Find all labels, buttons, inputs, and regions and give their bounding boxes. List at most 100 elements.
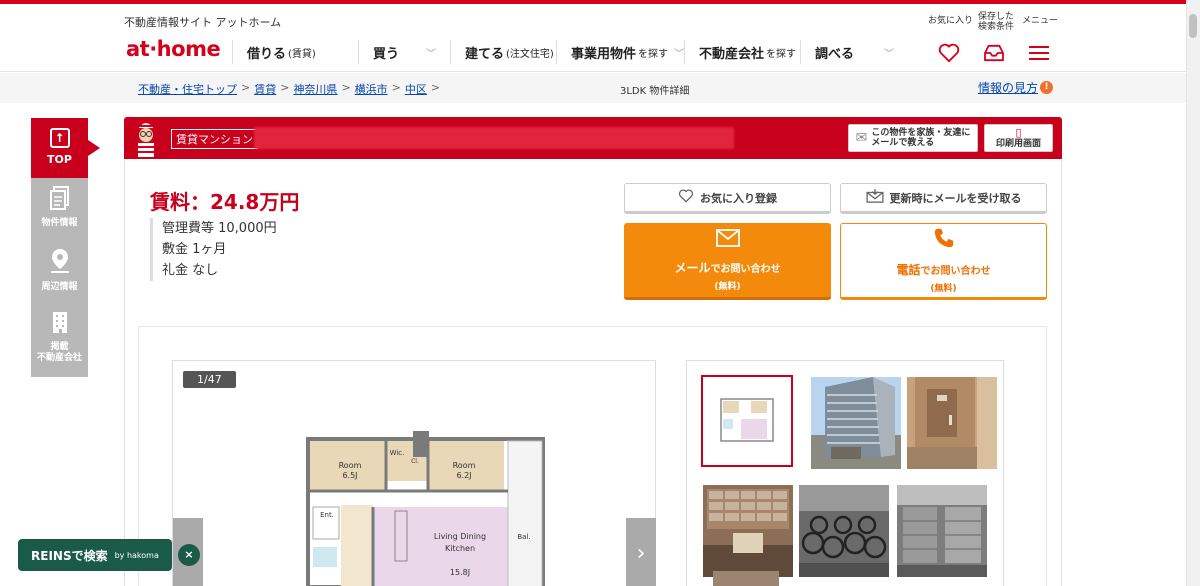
side-nav-top[interactable]: ↑ TOP	[31, 118, 100, 178]
cost-list: 管理費等 10,000円 敷金 1ヶ月 礼金 なし	[150, 218, 277, 281]
phone-inquiry-line1: 電話でお問い合わせ	[896, 261, 990, 278]
floorplan-entrance: Ent.	[320, 511, 334, 519]
share-email-label2: メールで教える	[871, 138, 935, 148]
reins-search-label: REINSで検索	[31, 548, 108, 563]
email-inquiry-strong: メール	[674, 260, 711, 275]
nav-rent[interactable]: 借りる (賃貸)	[232, 40, 358, 64]
mascot-logo	[132, 117, 160, 157]
breadcrumb: 不動産・住宅トップ > 賃貸 > 神奈川県 > 横浜市 > 中区 >	[138, 81, 440, 97]
nav-commercial[interactable]: 事業用物件 を探す ﹀	[556, 40, 684, 64]
side-nav-agency[interactable]: 掲載 不動産会社	[31, 302, 88, 364]
phone-inquiry-free: (無料)	[930, 284, 957, 294]
hamburger-icon[interactable]	[1026, 40, 1052, 66]
floorplan-image: Room 6.5J Room 6.2J Wic. Cl. Ent. Living…	[306, 431, 545, 586]
share-email-button[interactable]: ✉ この物件を家族・友達に メールで教える	[848, 124, 978, 152]
side-nav-property-info-label: 物件情報	[41, 218, 78, 228]
thumbnail-grid	[686, 360, 1004, 586]
breadcrumb-top[interactable]: 不動産・住宅トップ	[138, 81, 237, 97]
breadcrumb-separator: >	[241, 81, 251, 94]
listing-title-bar: 賃貸マンション ✉ この物件を家族・友達に メールで教える ▯ 印刷用画面	[124, 117, 1062, 159]
floorplan-cl: Cl.	[411, 458, 419, 465]
building-icon	[31, 310, 88, 340]
floorplan-room1-size: 6.5J	[342, 471, 357, 480]
thumbnail-mailboxes[interactable]	[703, 485, 793, 577]
breadcrumb-rent[interactable]: 賃貸	[254, 81, 276, 97]
breadcrumb-prefecture[interactable]: 神奈川県	[293, 81, 337, 97]
chevron-down-icon: ﹀	[884, 48, 894, 60]
saved-search-line1: 保存した	[978, 12, 1015, 22]
reins-search-button[interactable]: REINSで検索 by hakoma	[18, 539, 172, 571]
nav-rent-sub: (賃貸)	[288, 48, 316, 60]
side-nav-area-info[interactable]: 周辺情報	[31, 240, 88, 302]
print-view-label: 印刷用画面	[995, 138, 1041, 149]
nav-agencies[interactable]: 不動産会社 を探す	[684, 40, 800, 64]
email-inquiry-free: (無料)	[714, 281, 741, 292]
rent-price: 賃料：24.8万円	[150, 190, 300, 214]
nav-commercial-sub: を探す	[638, 48, 669, 60]
breadcrumb-ward[interactable]: 中区	[405, 81, 427, 97]
info-guide-link[interactable]: 情報の見方	[978, 79, 1038, 96]
breadcrumb-separator: >	[280, 81, 290, 94]
floorplan-ldk2: Kitchen	[445, 544, 475, 553]
main-photo-viewer[interactable]: 1/47 Room 6.5J Room 6.2J Wic. Cl. Ent. L…	[172, 360, 656, 586]
key-money: 礼金 なし	[162, 263, 219, 278]
email-inquiry-button[interactable]: メールでお問い合わせ (無料)	[624, 223, 831, 300]
map-pin-icon	[31, 248, 88, 280]
nav-research-label: 調べる	[815, 46, 855, 62]
phone-inquiry-button[interactable]: 電話でお問い合わせ (無料)	[840, 223, 1047, 300]
saved-search-line2: 検索条件	[978, 22, 1015, 32]
phone-inquiry-rest: でお問い合わせ	[920, 266, 991, 277]
thumbnail-building-exterior[interactable]	[811, 377, 901, 469]
floorplan-room2-size: 6.2J	[456, 471, 471, 480]
thumbnail-entrance-door[interactable]	[907, 377, 997, 469]
page-scrollbar[interactable]	[1186, 0, 1200, 586]
add-favorite-button[interactable]: お気に入り登録	[624, 183, 831, 214]
chevron-down-icon: ﹀	[426, 48, 436, 60]
chevron-right-icon: ›	[636, 540, 646, 566]
print-view-button[interactable]: ▯ 印刷用画面	[984, 124, 1053, 152]
thumbnail-bicycle-parking[interactable]	[799, 485, 889, 577]
mail-notify-icon	[865, 189, 884, 206]
pdf-icon: ▯	[1015, 125, 1022, 139]
side-nav-items: 物件情報 周辺情報 掲載 不動産会社	[31, 178, 88, 377]
inbox-icon[interactable]	[981, 40, 1007, 66]
favorites-util-label: お気に入り	[928, 16, 974, 26]
floorplan-ldk-size: 15.8J	[450, 568, 470, 577]
nav-agencies-label: 不動産会社	[699, 46, 765, 62]
floorplan-balcony: Bal.	[517, 533, 530, 541]
thumbnail-storage-lockers[interactable]	[897, 485, 987, 577]
deposit: 敷金 1ヶ月	[162, 242, 227, 257]
nav-build[interactable]: 建てる (注文住宅)	[450, 40, 556, 64]
nav-research[interactable]: 調べる ﹀	[800, 40, 908, 64]
envelope-icon	[715, 228, 740, 253]
chevron-down-icon: ﹀	[674, 48, 685, 60]
breadcrumb-separator: >	[430, 81, 441, 94]
nav-commercial-label: 事業用物件	[571, 46, 637, 62]
saved-search-util-label: 保存した 検索条件	[978, 12, 1014, 32]
nav-build-label: 建てる	[465, 46, 505, 62]
phone-inquiry-strong: 電話	[896, 263, 921, 277]
scrollbar-thumb[interactable]	[1189, 14, 1197, 38]
close-icon[interactable]: ×	[178, 544, 200, 566]
side-nav-area-info-label: 周辺情報	[41, 282, 78, 292]
side-nav: ↑ TOP 物件情報 周辺情報 掲載 不動産会社	[31, 118, 100, 377]
nav-buy-label: 買う	[373, 46, 400, 62]
nav-buy[interactable]: 買う ﹀	[358, 40, 450, 64]
side-nav-property-info[interactable]: 物件情報	[31, 178, 88, 240]
thumbnail-floorplan[interactable]	[701, 375, 793, 467]
site-header: 不動産情報サイト アットホーム at·home 借りる (賃貸) 買う ﹀ 建て…	[0, 4, 1186, 72]
breadcrumb-city[interactable]: 横浜市	[355, 81, 388, 97]
floorplan-ldk1: Living Dining	[434, 532, 486, 541]
breadcrumb-row: 不動産・住宅トップ > 賃貸 > 神奈川県 > 横浜市 > 中区 > 3LDK 物件詳細 …	[0, 73, 1186, 103]
next-photo-button[interactable]: ›	[626, 518, 656, 586]
envelope-icon: ✉	[855, 130, 868, 146]
floorplan-room2: Room	[453, 461, 476, 470]
site-tagline: 不動産情報サイト アットホーム	[124, 16, 282, 29]
update-notify-button[interactable]: 更新時にメールを受け取る	[840, 183, 1047, 214]
athome-logo[interactable]: at·home	[126, 37, 221, 61]
info-alert-icon: !	[1040, 81, 1053, 94]
thumbnail-partial-1[interactable]	[713, 571, 779, 586]
email-inquiry-line1: メールでお問い合わせ	[674, 259, 780, 276]
heart-icon[interactable]	[936, 40, 962, 66]
main-nav: 借りる (賃貸) 買う ﹀ 建てる (注文住宅) 事業用物件 を探す ﹀ 不動産…	[232, 38, 908, 66]
